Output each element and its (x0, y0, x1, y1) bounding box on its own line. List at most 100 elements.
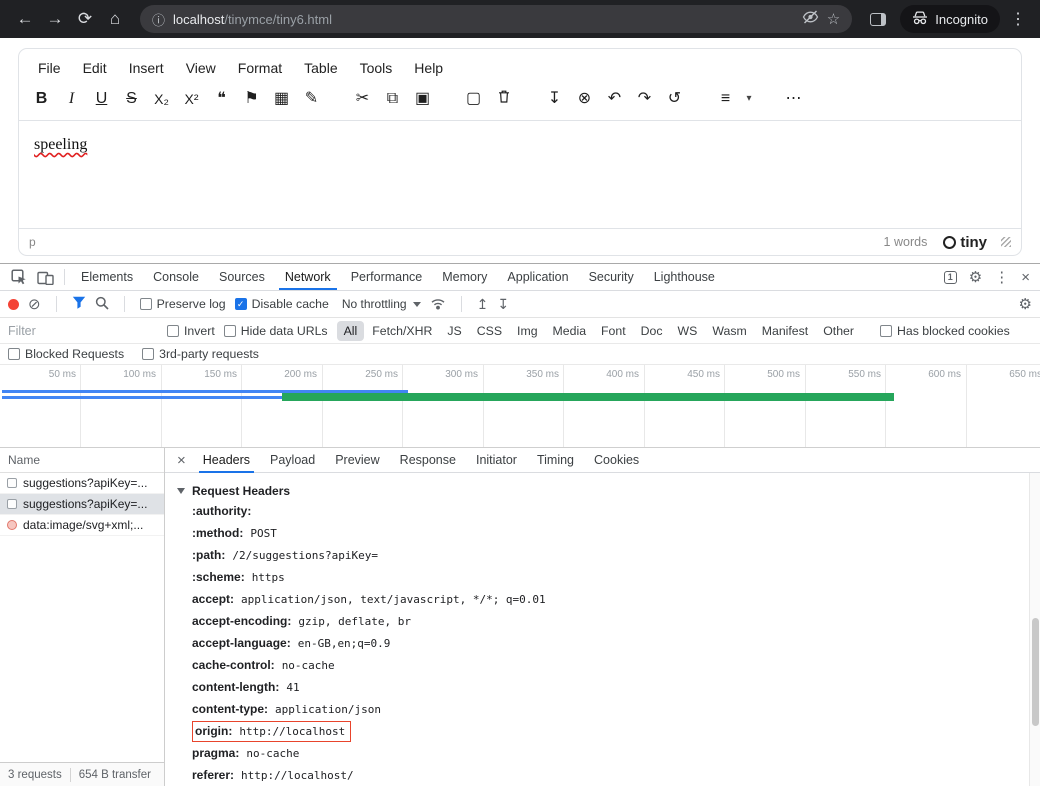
tab-memory[interactable]: Memory (432, 264, 497, 290)
device-toolbar-icon[interactable] (32, 270, 58, 285)
request-row[interactable]: data:image/svg+xml;... (0, 515, 164, 536)
paste-icon[interactable]: ▣ (410, 87, 435, 111)
menu-table[interactable]: Table (293, 56, 348, 80)
details-tab-preview[interactable]: Preview (325, 448, 389, 473)
tab-console[interactable]: Console (143, 264, 209, 290)
details-tab-cookies[interactable]: Cookies (584, 448, 649, 473)
scrollbar-thumb[interactable] (1032, 618, 1039, 726)
network-overview-timeline[interactable]: 50 ms 100 ms 150 ms 200 ms 250 ms 300 ms… (0, 365, 1040, 448)
tab-network[interactable]: Network (275, 264, 341, 290)
resize-handle-icon[interactable] (1001, 237, 1011, 247)
superscript-icon[interactable]: X² (179, 87, 204, 111)
refresh-icon[interactable]: ⟳ (70, 9, 100, 29)
devtools-close-icon[interactable]: × (1021, 269, 1030, 286)
has-blocked-cookies-checkbox[interactable]: Has blocked cookies (880, 324, 1010, 338)
filter-type-wasm[interactable]: Wasm (705, 321, 753, 341)
cancel-circle-icon[interactable]: ⊗ (572, 87, 597, 111)
underline-icon[interactable]: U (89, 87, 114, 111)
side-panel-icon[interactable] (870, 13, 886, 26)
chevron-down-icon[interactable]: ▾ (743, 87, 755, 111)
filter-type-css[interactable]: CSS (470, 321, 509, 341)
checkbox-icon[interactable] (880, 325, 892, 337)
password-eye-slash-icon[interactable] (802, 10, 819, 29)
record-icon[interactable] (8, 299, 19, 310)
checkbox-icon[interactable] (140, 298, 152, 310)
subscript-icon[interactable]: X₂ (149, 87, 174, 111)
menu-help[interactable]: Help (403, 56, 454, 80)
url-bar[interactable]: ⓘ localhost/tinymce/tiny6.html ☆ (140, 5, 852, 33)
filter-type-doc[interactable]: Doc (634, 321, 670, 341)
flag-icon[interactable]: ⚑ (239, 87, 264, 111)
network-settings-gear-icon[interactable]: ⚙ (1019, 295, 1032, 313)
details-tab-headers[interactable]: Headers (193, 448, 260, 473)
copy-icon[interactable]: ⧉ (380, 87, 405, 111)
bold-icon[interactable]: B (29, 87, 54, 111)
site-info-icon[interactable]: ⓘ (152, 10, 165, 29)
details-tab-payload[interactable]: Payload (260, 448, 325, 473)
align-icon[interactable]: ≡ (713, 87, 738, 111)
back-icon[interactable]: ← (10, 9, 40, 29)
browser-menu-icon[interactable]: ⋮ (1006, 9, 1030, 29)
filter-input[interactable] (8, 324, 158, 338)
checkbox-icon[interactable] (142, 348, 154, 360)
menu-file[interactable]: File (27, 56, 72, 80)
filter-type-ws[interactable]: WS (671, 321, 705, 341)
blockquote-icon[interactable]: ❝ (209, 87, 234, 111)
blocked-requests-checkbox[interactable]: Blocked Requests (8, 347, 124, 361)
clear-icon[interactable]: ⊘ (28, 295, 41, 313)
search-icon[interactable] (95, 296, 109, 313)
throttling-dropdown[interactable]: No throttling (342, 297, 421, 311)
edit-pen-icon[interactable]: ✎ (299, 87, 324, 111)
details-close-icon[interactable]: × (170, 452, 193, 469)
checkbox-icon[interactable] (224, 325, 236, 337)
menu-insert[interactable]: Insert (118, 56, 175, 80)
network-conditions-icon[interactable] (430, 296, 446, 313)
history-icon[interactable]: ↺ (662, 87, 687, 111)
select-all-icon[interactable]: ▢ (461, 87, 486, 111)
invert-checkbox[interactable]: Invert (167, 324, 215, 338)
menu-view[interactable]: View (175, 56, 227, 80)
scrollbar-track[interactable] (1029, 473, 1040, 786)
details-tab-timing[interactable]: Timing (527, 448, 584, 473)
inspect-element-icon[interactable] (6, 269, 32, 285)
filter-type-manifest[interactable]: Manifest (755, 321, 815, 341)
tab-sources[interactable]: Sources (209, 264, 275, 290)
filter-type-font[interactable]: Font (594, 321, 633, 341)
more-icon[interactable]: ⋯ (781, 87, 806, 111)
cut-icon[interactable]: ✂ (350, 87, 375, 111)
filter-type-media[interactable]: Media (546, 321, 594, 341)
trash-icon[interactable] (491, 87, 516, 111)
details-tab-response[interactable]: Response (390, 448, 466, 473)
misspelled-word[interactable]: speeling (34, 136, 87, 153)
import-har-icon[interactable]: ↥ (477, 296, 489, 313)
request-row-selected[interactable]: suggestions?apiKey=... (0, 494, 164, 515)
filter-type-all[interactable]: All (337, 321, 365, 341)
preserve-log-checkbox[interactable]: Preserve log (140, 297, 226, 311)
filter-type-fetch-xhr[interactable]: Fetch/XHR (365, 321, 439, 341)
console-messages-badge[interactable]: 1 (944, 271, 957, 284)
devtools-menu-icon[interactable]: ⋮ (994, 268, 1009, 286)
filter-type-js[interactable]: JS (440, 321, 468, 341)
filter-type-other[interactable]: Other (816, 321, 861, 341)
home-icon[interactable]: ⌂ (100, 9, 130, 29)
redo-icon[interactable]: ↷ (632, 87, 657, 111)
tab-performance[interactable]: Performance (341, 264, 433, 290)
hide-data-urls-checkbox[interactable]: Hide data URLs (224, 324, 328, 338)
menu-format[interactable]: Format (227, 56, 293, 80)
disclosure-triangle-icon[interactable] (177, 488, 185, 494)
editor-content-area[interactable]: speeling (19, 120, 1021, 228)
third-party-requests-checkbox[interactable]: 3rd-party requests (142, 347, 259, 361)
strikethrough-icon[interactable]: S (119, 87, 144, 111)
tab-lighthouse[interactable]: Lighthouse (644, 264, 725, 290)
image-icon[interactable]: ▦ (269, 87, 294, 111)
italic-icon[interactable]: I (59, 87, 84, 111)
details-tab-initiator[interactable]: Initiator (466, 448, 527, 473)
name-column-header[interactable]: Name (0, 448, 164, 473)
tab-security[interactable]: Security (579, 264, 644, 290)
download-icon[interactable]: ↧ (542, 87, 567, 111)
checkbox-checked-icon[interactable] (235, 298, 247, 310)
menu-edit[interactable]: Edit (72, 56, 118, 80)
checkbox-icon[interactable] (167, 325, 179, 337)
settings-gear-icon[interactable]: ⚙ (969, 268, 982, 286)
request-headers-title[interactable]: Request Headers (177, 482, 1029, 500)
